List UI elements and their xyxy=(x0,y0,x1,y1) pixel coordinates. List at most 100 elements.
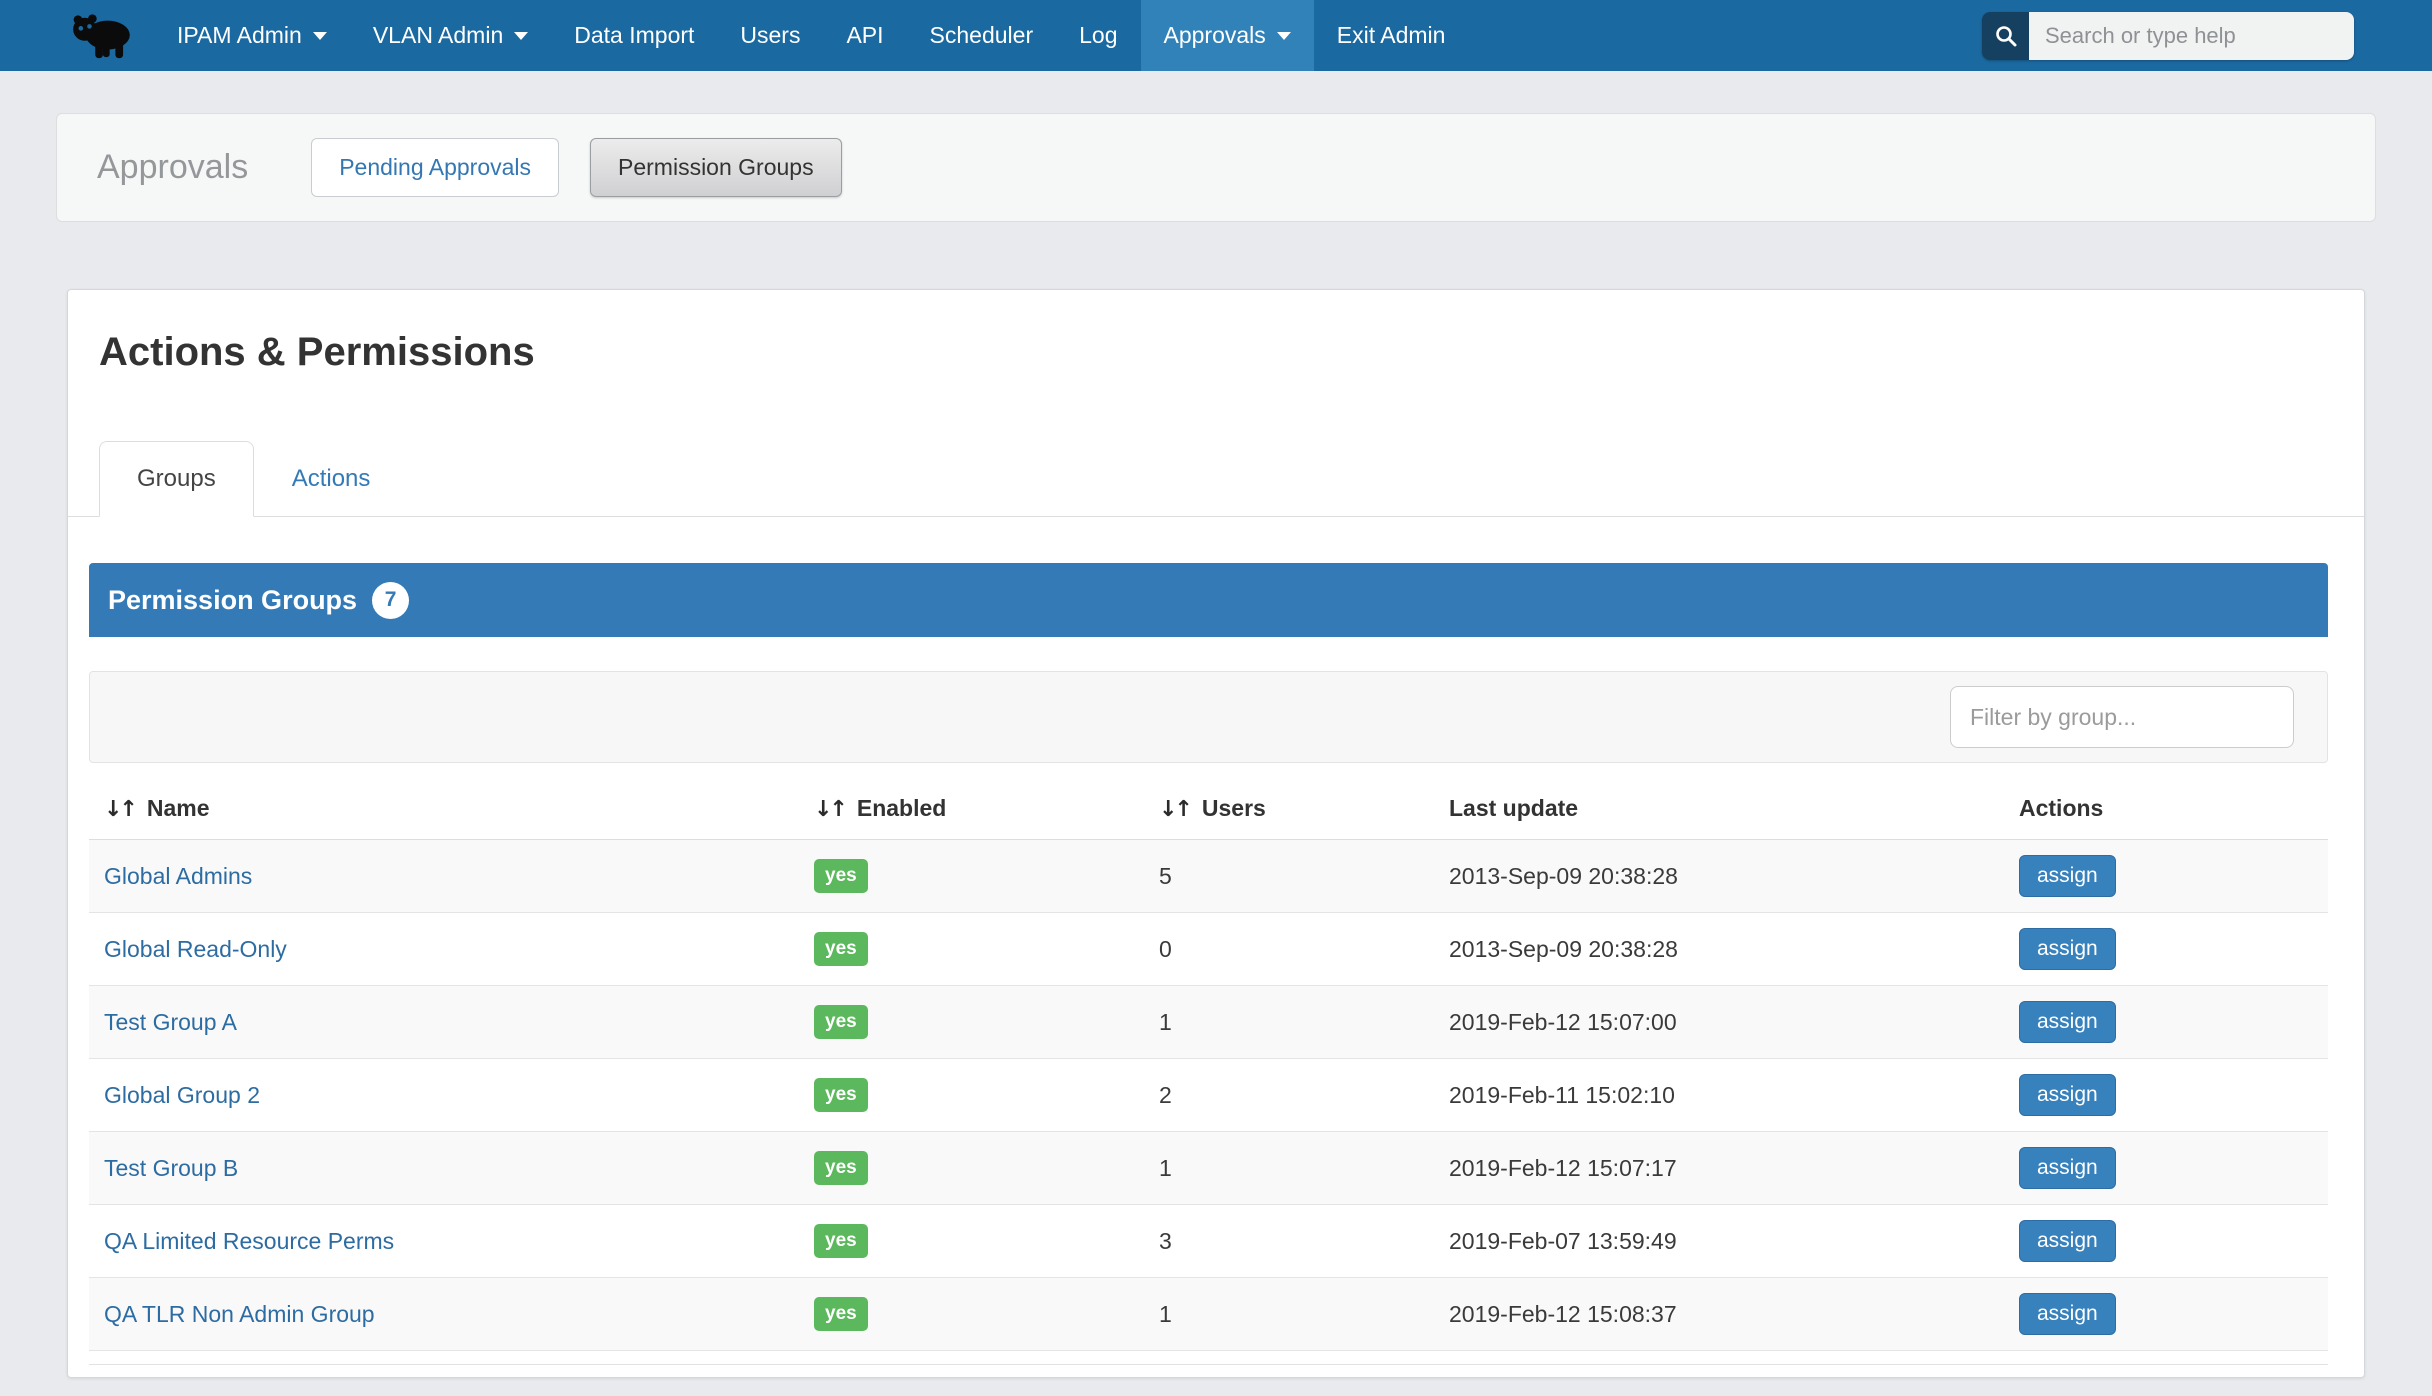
group-name-link[interactable]: Test Group A xyxy=(104,1009,237,1035)
enabled-badge: yes xyxy=(814,859,868,893)
assign-button[interactable]: assign xyxy=(2019,1074,2116,1116)
assign-button[interactable]: assign xyxy=(2019,855,2116,897)
nav-item-label: Users xyxy=(740,22,800,49)
panel-title: Actions & Permissions xyxy=(99,330,2364,375)
assign-button[interactable]: assign xyxy=(2019,1293,2116,1335)
approvals-header-strip: Approvals Pending Approvals Permission G… xyxy=(56,113,2376,222)
last-update: 2013-Sep-09 20:38:28 xyxy=(1434,840,2004,913)
table-row: QA TLR Non Admin Group yes 12019-Feb-12 15… xyxy=(89,1278,2328,1351)
chevron-down-icon xyxy=(313,32,327,40)
tab-bar: GroupsActions xyxy=(68,441,2364,517)
widget-title: Permission Groups xyxy=(108,585,357,616)
nav-item-log[interactable]: Log xyxy=(1056,0,1140,71)
group-name-link[interactable]: QA TLR Non Admin Group xyxy=(104,1301,375,1327)
users-count: 1 xyxy=(1144,1278,1434,1351)
column-header-last-update: Last update xyxy=(1434,763,2004,840)
table-body: Global Admins yes 52013-Sep-09 20:38:28 ass… xyxy=(89,840,2328,1351)
sort-icon[interactable]: ↓↑ xyxy=(1159,797,1190,822)
permission-groups-table: ↓↑ Name ↓↑ Enabled ↓↑ Users Last update Actions… xyxy=(89,763,2328,1351)
last-update: 2019-Feb-12 15:07:17 xyxy=(1434,1132,2004,1205)
users-count: 1 xyxy=(1144,986,1434,1059)
nav-item-label: Exit Admin xyxy=(1337,22,1446,49)
assign-button[interactable]: assign xyxy=(2019,1001,2116,1043)
actions-permissions-panel: Actions & Permissions GroupsActions Perm… xyxy=(67,289,2365,1378)
nav-item-label: Approvals xyxy=(1164,22,1266,49)
global-search xyxy=(1982,12,2354,60)
table-row: Test Group A yes 12019-Feb-12 15:07:00 assi… xyxy=(89,986,2328,1059)
groups-table-container: ↓↑ Name ↓↑ Enabled ↓↑ Users Last update Actions… xyxy=(89,763,2328,1365)
enabled-badge: yes xyxy=(814,932,868,966)
enabled-badge: yes xyxy=(814,1224,868,1258)
users-count: 0 xyxy=(1144,913,1434,986)
last-update: 2019-Feb-11 15:02:10 xyxy=(1434,1059,2004,1132)
nav-item-label: API xyxy=(846,22,883,49)
group-name-link[interactable]: Global Read-Only xyxy=(104,936,287,962)
pending-approvals-button[interactable]: Pending Approvals xyxy=(311,138,559,197)
column-label: Actions xyxy=(2019,795,2103,821)
nav-item-label: Data Import xyxy=(574,22,694,49)
filter-bar xyxy=(89,671,2328,763)
last-update: 2013-Sep-09 20:38:28 xyxy=(1434,913,2004,986)
column-label: Users xyxy=(1202,795,1266,821)
nav-item-label: Log xyxy=(1079,22,1117,49)
group-name-link[interactable]: Global Group 2 xyxy=(104,1082,260,1108)
nav-item-vlan-admin[interactable]: VLAN Admin xyxy=(350,0,551,71)
enabled-badge: yes xyxy=(814,1078,868,1112)
table-row: Global Read-Only yes 02013-Sep-09 20:38:28… xyxy=(89,913,2328,986)
table-header-row: ↓↑ Name ↓↑ Enabled ↓↑ Users Last update Actions xyxy=(89,763,2328,840)
nav-item-api[interactable]: API xyxy=(823,0,906,71)
assign-button[interactable]: assign xyxy=(2019,1220,2116,1262)
phpipam-panda-logo-icon xyxy=(70,12,132,60)
enabled-badge: yes xyxy=(814,1151,868,1185)
enabled-badge: yes xyxy=(814,1005,868,1039)
filter-by-group-input[interactable] xyxy=(1950,686,2294,748)
column-label: Enabled xyxy=(857,795,946,821)
table-row: Test Group B yes 12019-Feb-12 15:07:17 assi… xyxy=(89,1132,2328,1205)
chevron-down-icon xyxy=(1277,32,1291,40)
sort-icon[interactable]: ↓↑ xyxy=(104,797,135,822)
column-label: Name xyxy=(147,795,210,821)
group-name-link[interactable]: Global Admins xyxy=(104,863,252,889)
users-count: 1 xyxy=(1144,1132,1434,1205)
enabled-badge: yes xyxy=(814,1297,868,1331)
nav-item-users[interactable]: Users xyxy=(717,0,823,71)
group-count-badge: 7 xyxy=(372,582,409,619)
column-header-enabled[interactable]: ↓↑ Enabled xyxy=(799,763,1144,840)
column-header-name[interactable]: ↓↑ Name xyxy=(89,763,799,840)
users-count: 5 xyxy=(1144,840,1434,913)
last-update: 2019-Feb-07 13:59:49 xyxy=(1434,1205,2004,1278)
nav-item-label: VLAN Admin xyxy=(373,22,503,49)
nav-item-approvals[interactable]: Approvals xyxy=(1141,0,1314,71)
search-input[interactable] xyxy=(2029,12,2354,60)
nav-item-ipam-admin[interactable]: IPAM Admin xyxy=(154,0,350,71)
sort-icon[interactable]: ↓↑ xyxy=(814,797,845,822)
table-row: Global Group 2 yes 22019-Feb-11 15:02:10 as… xyxy=(89,1059,2328,1132)
permission-groups-widget: Permission Groups 7 ↓↑ Name ↓↑ Enabled ↓↑ Use… xyxy=(89,563,2328,1365)
users-count: 2 xyxy=(1144,1059,1434,1132)
group-name-link[interactable]: QA Limited Resource Perms xyxy=(104,1228,394,1254)
table-row: Global Admins yes 52013-Sep-09 20:38:28 ass… xyxy=(89,840,2328,913)
nav-item-scheduler[interactable]: Scheduler xyxy=(907,0,1057,71)
nav-item-data-import[interactable]: Data Import xyxy=(551,0,717,71)
page-title: Approvals xyxy=(97,148,248,187)
top-navbar: IPAM Admin VLAN Admin Data Import Users API S… xyxy=(0,0,2432,71)
last-update: 2019-Feb-12 15:07:00 xyxy=(1434,986,2004,1059)
assign-button[interactable]: assign xyxy=(2019,1147,2116,1189)
column-header-actions: Actions xyxy=(2004,763,2328,840)
nav-item-label: Scheduler xyxy=(930,22,1034,49)
column-label: Last update xyxy=(1449,795,1578,821)
tab-actions[interactable]: Actions xyxy=(254,441,409,517)
search-icon[interactable] xyxy=(1982,12,2029,60)
nav-item-label: IPAM Admin xyxy=(177,22,302,49)
column-header-users[interactable]: ↓↑ Users xyxy=(1144,763,1434,840)
tab-groups[interactable]: Groups xyxy=(99,441,254,517)
table-row: QA Limited Resource Permsyes32019-Feb-07… xyxy=(89,1205,2328,1278)
last-update: 2019-Feb-12 15:08:37 xyxy=(1434,1278,2004,1351)
assign-button[interactable]: assign xyxy=(2019,928,2116,970)
widget-header: Permission Groups 7 xyxy=(89,563,2328,637)
permission-groups-button[interactable]: Permission Groups xyxy=(590,138,842,197)
nav-item-exit-admin[interactable]: Exit Admin xyxy=(1314,0,1469,71)
main-menu: IPAM Admin VLAN Admin Data Import Users API S… xyxy=(154,0,1468,71)
group-name-link[interactable]: Test Group B xyxy=(104,1155,238,1181)
chevron-down-icon xyxy=(514,32,528,40)
